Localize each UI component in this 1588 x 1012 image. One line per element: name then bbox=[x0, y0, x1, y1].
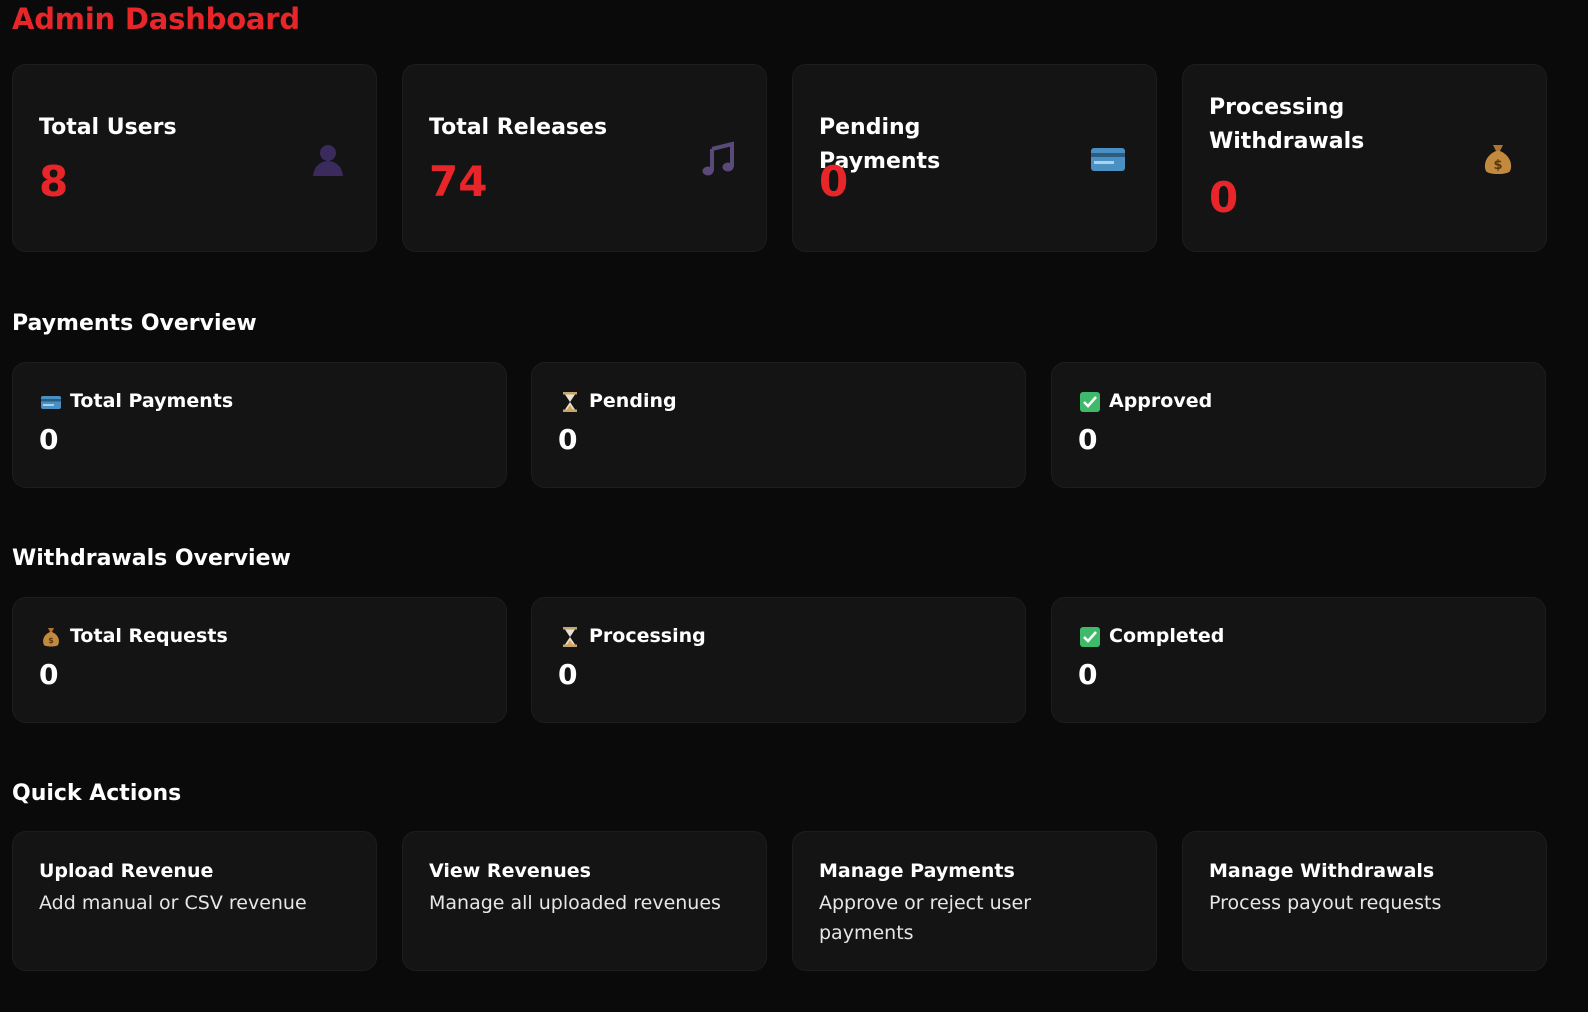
action-description: Add manual or CSV revenue bbox=[39, 892, 307, 914]
admin-dashboard: Admin Dashboard Total Users 8 Total Rele… bbox=[0, 0, 1588, 1012]
mini-label: Processing bbox=[589, 625, 706, 647]
stat-card-pending-payments: Pending Payments 0 bbox=[792, 64, 1157, 252]
mini-label: Completed bbox=[1109, 625, 1225, 647]
svg-text:$: $ bbox=[1493, 158, 1502, 173]
mini-label: Approved bbox=[1109, 390, 1213, 412]
user-icon bbox=[313, 145, 343, 176]
check-box-icon bbox=[1080, 627, 1100, 647]
mini-value: 0 bbox=[558, 423, 578, 456]
mini-value: 0 bbox=[39, 423, 59, 456]
mini-label: Total Payments bbox=[70, 390, 234, 412]
action-description: Manage all uploaded revenues bbox=[429, 892, 721, 914]
withdrawals-processing-card: Processing 0 bbox=[531, 597, 1026, 723]
action-description: Approve or reject user payments bbox=[819, 892, 1032, 944]
manage-withdrawals-action[interactable]: Manage Withdrawals Process payout reques… bbox=[1182, 831, 1547, 971]
withdrawals-completed-card: Completed 0 bbox=[1051, 597, 1546, 723]
check-box-icon bbox=[1080, 392, 1100, 412]
money-bag-icon: $ bbox=[43, 628, 59, 647]
stat-label: Pending Payments bbox=[819, 115, 941, 174]
stat-label: Processing Withdrawals bbox=[1209, 95, 1365, 154]
mini-value: 0 bbox=[1078, 423, 1098, 456]
withdrawals-overview-title: Withdrawals Overview bbox=[12, 546, 291, 571]
stat-value: 8 bbox=[39, 157, 69, 206]
credit-card-icon bbox=[41, 396, 61, 409]
page-title: Admin Dashboard bbox=[12, 2, 300, 36]
money-bag-icon: $ bbox=[1484, 145, 1512, 174]
payments-total-card: Total Payments 0 bbox=[12, 362, 507, 488]
action-title: View Revenues bbox=[429, 860, 591, 882]
mini-value: 0 bbox=[39, 658, 59, 691]
stat-label: Total Releases bbox=[429, 115, 608, 140]
action-title: Upload Revenue bbox=[39, 860, 214, 882]
stat-card-processing-withdrawals: Processing Withdrawals 0 $ bbox=[1182, 64, 1547, 252]
payments-pending-card: Pending 0 bbox=[531, 362, 1026, 488]
stat-value: 0 bbox=[1209, 173, 1239, 222]
mini-value: 0 bbox=[1078, 658, 1098, 691]
mini-label: Total Requests bbox=[70, 625, 228, 647]
hourglass-icon bbox=[563, 627, 577, 647]
quick-actions-title: Quick Actions bbox=[12, 781, 182, 806]
action-description: Process payout requests bbox=[1209, 892, 1442, 914]
stat-value: 0 bbox=[819, 157, 849, 206]
stat-label: Total Users bbox=[39, 115, 177, 140]
mini-label: Pending bbox=[589, 390, 677, 412]
credit-card-icon bbox=[1091, 148, 1125, 171]
svg-text:$: $ bbox=[48, 636, 54, 645]
mini-value: 0 bbox=[558, 658, 578, 691]
stat-card-total-releases: Total Releases 74 bbox=[402, 64, 767, 252]
action-title: Manage Withdrawals bbox=[1209, 860, 1435, 882]
music-note-icon bbox=[702, 141, 734, 176]
view-revenues-action[interactable]: View Revenues Manage all uploaded revenu… bbox=[402, 831, 767, 971]
stat-card-total-users: Total Users 8 bbox=[12, 64, 377, 252]
hourglass-icon bbox=[563, 392, 577, 412]
action-title: Manage Payments bbox=[819, 860, 1015, 882]
stat-value: 74 bbox=[429, 157, 488, 206]
withdrawals-total-card: $ Total Requests 0 bbox=[12, 597, 507, 723]
manage-payments-action[interactable]: Manage Payments Approve or reject user p… bbox=[792, 831, 1157, 971]
upload-revenue-action[interactable]: Upload Revenue Add manual or CSV revenue bbox=[12, 831, 377, 971]
payments-approved-card: Approved 0 bbox=[1051, 362, 1546, 488]
payments-overview-title: Payments Overview bbox=[12, 311, 257, 336]
